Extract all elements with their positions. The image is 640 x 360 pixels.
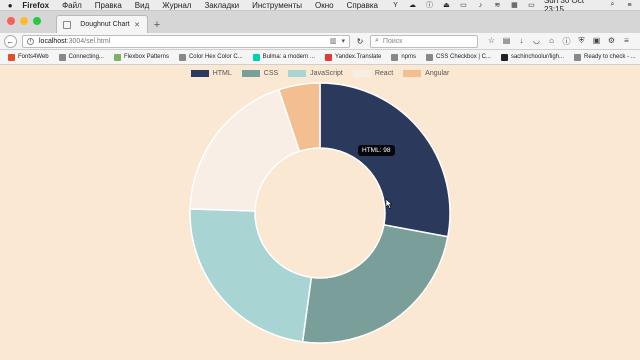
battery-icon[interactable]: ▭	[527, 1, 536, 9]
menu-icon[interactable]: ≡	[622, 36, 631, 47]
bookmark-item[interactable]: Ready to check - ...	[574, 53, 636, 61]
menu-help[interactable]: Справка	[347, 0, 378, 11]
bookmark-item[interactable]: CSS Checkbox | C...	[426, 53, 491, 61]
bookmark-item[interactable]: Connecting...	[58, 53, 104, 61]
bookmark-label: Fonts4Web	[18, 54, 49, 60]
cloud-icon[interactable]: ☁	[408, 1, 417, 9]
search-placeholder: Поиск	[382, 37, 403, 45]
menu-history[interactable]: Журнал	[162, 0, 191, 11]
bookmarks-bar: Fonts4Web Connecting... Flexbox Patterns…	[0, 50, 640, 65]
reload-icon[interactable]: ↻	[355, 37, 365, 46]
flag-icon[interactable]: ▦	[510, 1, 519, 9]
bookmark-icon	[252, 53, 260, 61]
bookmark-icon	[178, 53, 186, 61]
antenna-icon[interactable]: Y	[391, 1, 400, 9]
bookmark-item[interactable]: Bulma: a modern ...	[252, 53, 316, 61]
clipboard-icon[interactable]: ▤	[502, 36, 511, 47]
bookmark-label: npms	[401, 54, 417, 60]
shield-icon[interactable]: ⛨	[577, 36, 586, 47]
maximize-window-button[interactable]	[33, 17, 41, 25]
tab-title: Doughnut Chart	[80, 21, 130, 28]
bookmark-label: sachinchoolur/ligh...	[510, 54, 564, 60]
info-circle-icon[interactable]: ⓘ	[425, 1, 434, 9]
back-button[interactable]: ←	[4, 34, 17, 48]
bookmark-label: CSS Checkbox | C...	[436, 54, 491, 60]
bookmark-label: Connecting...	[68, 54, 104, 60]
toolbar-icons: ☆ ▤ ↓ ◡ ⌂ ⓘ ⛨ ▣ ⚙ ≡	[487, 36, 631, 47]
star-icon[interactable]: ☆	[487, 36, 496, 47]
download-icon[interactable]: ↓	[517, 36, 526, 47]
new-tab-button[interactable]: +	[152, 20, 162, 31]
eject-icon[interactable]: ⏏	[442, 1, 451, 9]
tab-doughnut-chart[interactable]: Doughnut Chart ✕	[56, 15, 148, 33]
chart-tooltip: HTML: 98	[358, 145, 395, 156]
apple-icon[interactable]: ●	[6, 1, 14, 10]
bookmark-icon	[500, 53, 508, 61]
menu-bar: ● Firefox Файл Правка Вид Журнал Закладк…	[0, 0, 640, 14]
mouse-cursor-icon	[386, 199, 393, 209]
bookmark-label: Ready to check - ...	[584, 54, 636, 60]
dropdown-arrow-icon[interactable]: ▾	[341, 37, 345, 45]
window-controls	[7, 17, 41, 25]
reader-view-icon[interactable]: ▥	[330, 37, 337, 45]
menu-view[interactable]: Вид	[135, 0, 149, 11]
bookmark-item[interactable]: Flexbox Patterns	[113, 53, 169, 61]
search-icon[interactable]: ⌕	[608, 1, 617, 9]
menu-edit[interactable]: Правка	[95, 0, 122, 11]
menu-window[interactable]: Окно	[315, 0, 334, 11]
bookmark-icon	[8, 53, 15, 61]
bookmark-label: Color Hex Color C...	[188, 54, 243, 60]
url-bar[interactable]: i localhost:3004/sel.html ▥ ▾	[22, 34, 350, 48]
info-icon[interactable]: i	[27, 37, 34, 45]
bookmark-item[interactable]: Fonts4Web	[8, 53, 49, 61]
url-host: localhost	[39, 37, 67, 45]
menu-file[interactable]: Файл	[62, 0, 82, 11]
bookmark-item[interactable]: Yandex.Translate	[325, 53, 382, 61]
bookmark-icon	[113, 53, 121, 61]
bookmark-item[interactable]: Color Hex Color C...	[178, 53, 243, 61]
minimize-window-button[interactable]	[20, 17, 28, 25]
bookmark-item[interactable]: npms	[391, 53, 417, 61]
doughnut-chart[interactable]	[0, 66, 640, 360]
navigation-bar: ← i localhost:3004/sel.html ▥ ▾ ↻ ⌕ Поис…	[0, 33, 640, 50]
page-icon	[63, 20, 71, 29]
close-window-button[interactable]	[7, 17, 15, 25]
list-icon[interactable]: ≡	[625, 1, 634, 9]
bookmark-icon	[58, 53, 66, 61]
home-icon[interactable]: ⌂	[547, 36, 556, 47]
extension-icon[interactable]: ▣	[592, 36, 601, 47]
bookmark-icon	[325, 53, 333, 61]
search-icon: ⌕	[375, 37, 379, 44]
bookmark-icon	[426, 53, 434, 61]
info-circle-icon[interactable]: ⓘ	[562, 36, 571, 47]
menu-app-name[interactable]: Firefox	[22, 0, 49, 11]
menu-tools[interactable]: Инструменты	[252, 0, 302, 11]
volume-icon[interactable]: ♪	[476, 1, 485, 9]
search-bar[interactable]: ⌕ Поиск	[370, 34, 478, 48]
bookmark-icon	[574, 53, 581, 61]
doughnut-slice-html[interactable]	[319, 82, 451, 238]
url-actions: ▥ ▾	[330, 37, 345, 45]
doughnut-slice-react[interactable]	[189, 88, 301, 212]
bookmark-label: Yandex.Translate	[335, 54, 382, 60]
bookmark-label: Bulma: a modern ...	[262, 54, 316, 60]
url-path: :3004/sel.html	[66, 37, 111, 45]
pocket-icon[interactable]: ◡	[532, 36, 541, 47]
display-icon[interactable]: ▭	[459, 1, 468, 9]
bookmark-icon	[391, 53, 399, 61]
doughnut-slice-javascript[interactable]	[189, 208, 313, 343]
gear-icon[interactable]: ⚙	[607, 36, 616, 47]
tab-strip: Doughnut Chart ✕ +	[0, 11, 640, 33]
wifi-icon[interactable]: ≋	[493, 1, 502, 9]
menu-bookmarks[interactable]: Закладки	[204, 0, 239, 11]
close-tab-icon[interactable]: ✕	[133, 21, 141, 29]
doughnut-slice-css[interactable]	[301, 223, 449, 344]
bookmark-label: Flexbox Patterns	[123, 54, 169, 60]
page-content: HTML CSS JavaScript React Angular HTML: 98	[0, 66, 640, 360]
bookmark-item[interactable]: sachinchoolur/ligh...	[500, 53, 564, 61]
